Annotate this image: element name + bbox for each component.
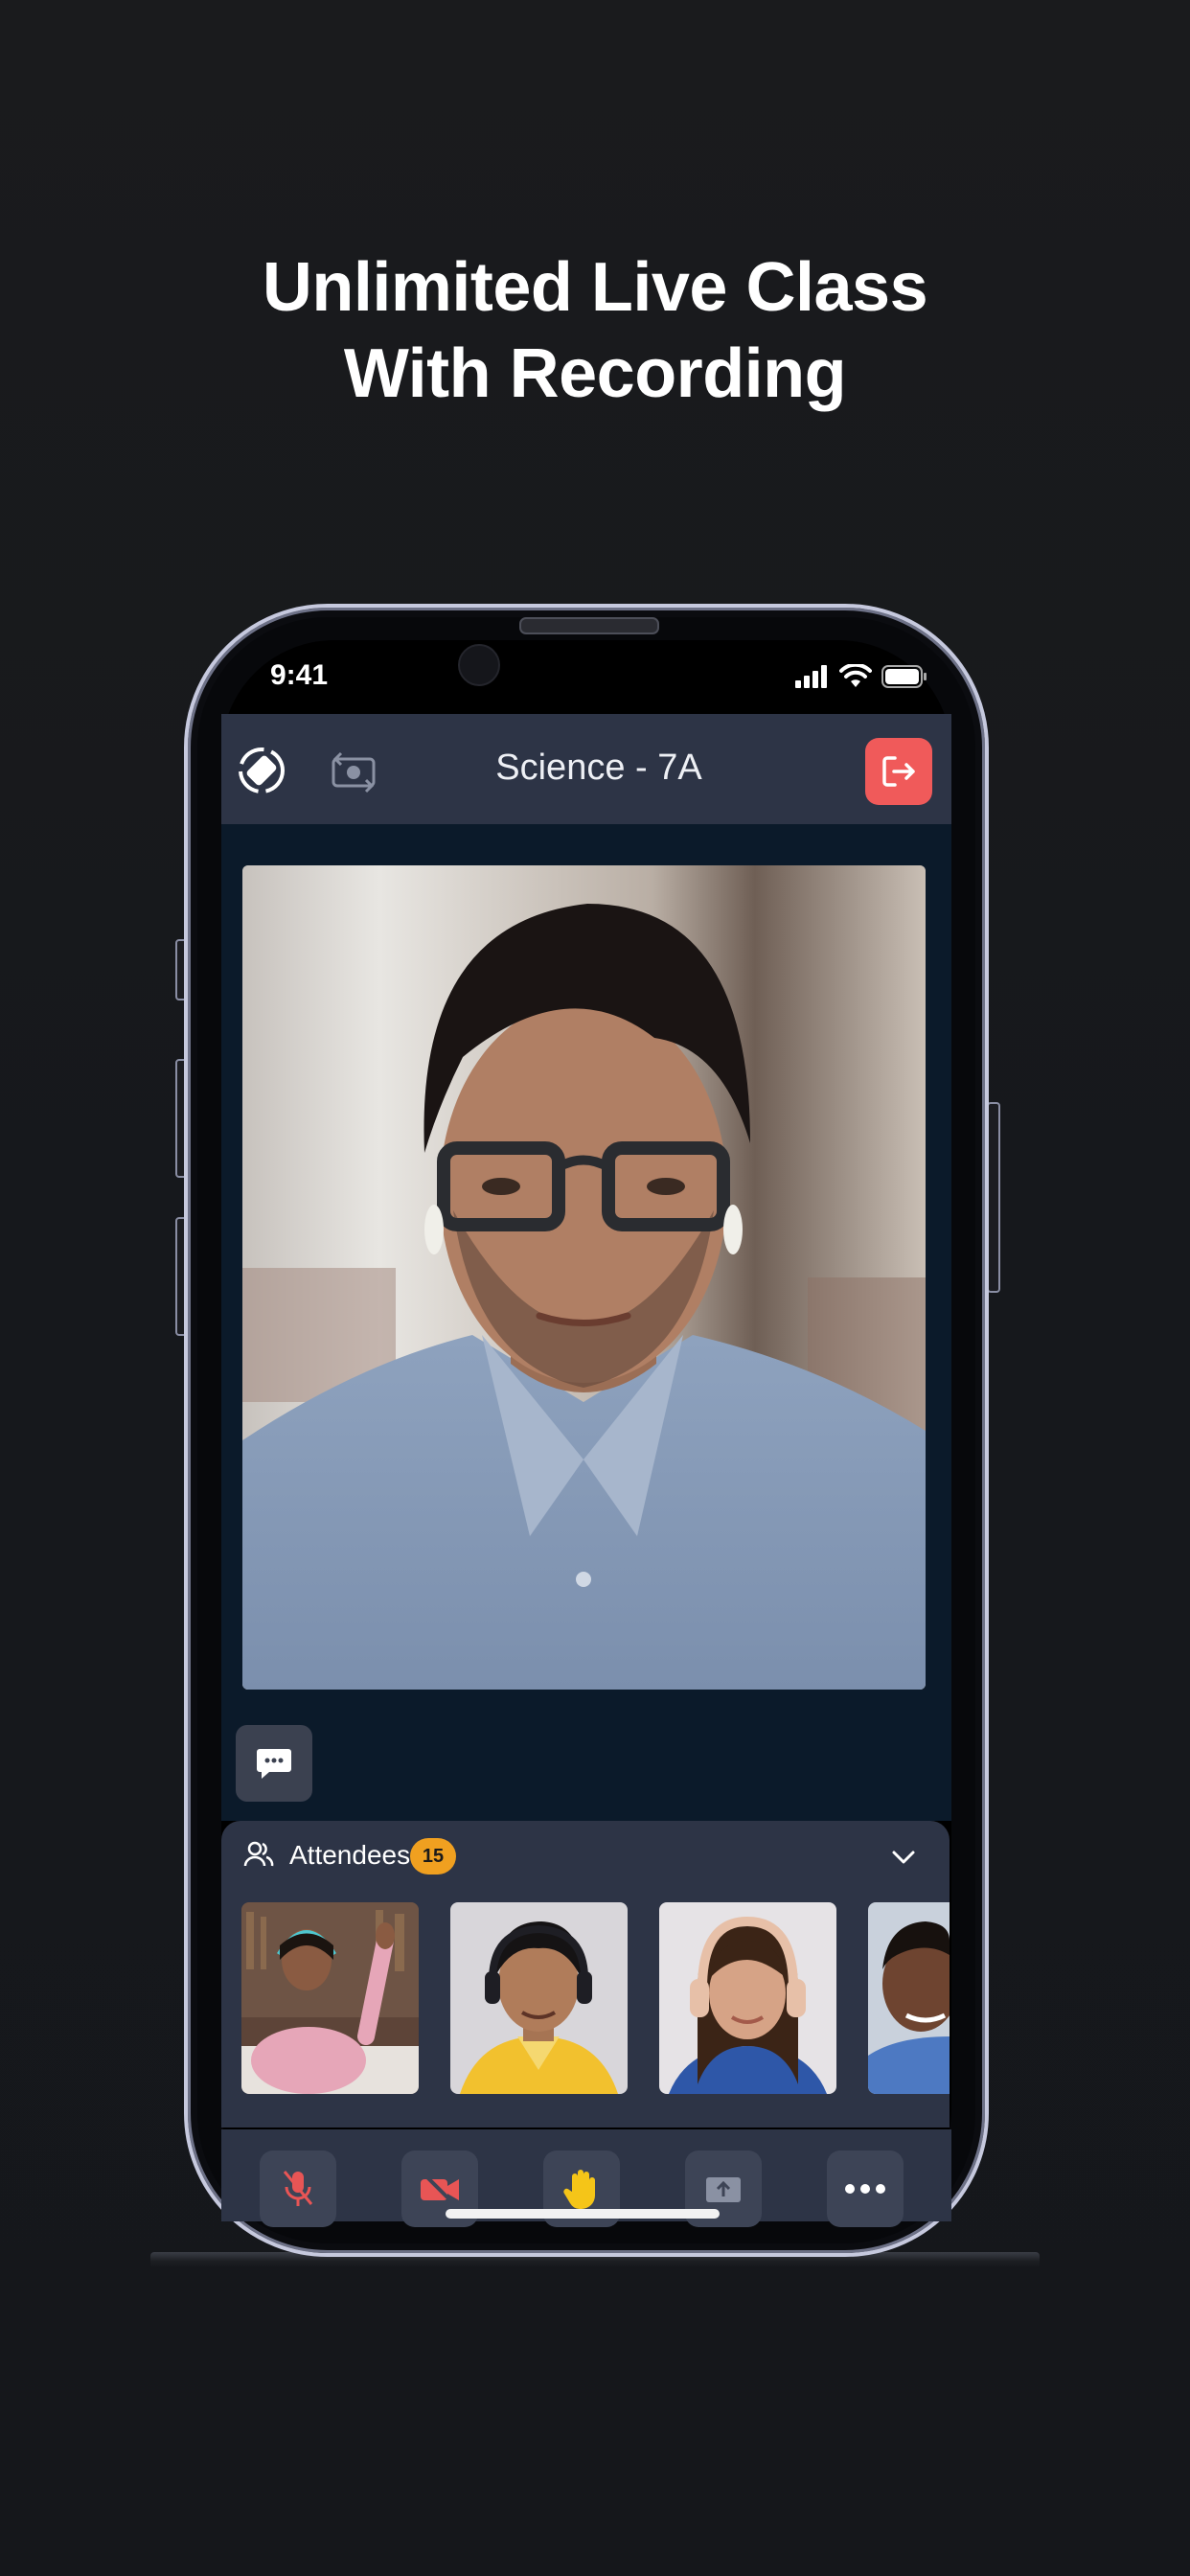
leave-class-button[interactable]: [865, 738, 932, 805]
attendee-thumbnail[interactable]: [868, 1902, 950, 2094]
more-options-button[interactable]: [827, 2150, 904, 2227]
earpiece-speaker: [519, 617, 659, 634]
teacher-video[interactable]: [242, 865, 926, 1690]
headline-line-1: Unlimited Live Class: [262, 249, 928, 326]
attendee-thumbnail[interactable]: [241, 1902, 419, 2094]
attendee-thumbnail[interactable]: [659, 1902, 836, 2094]
mute-mic-button[interactable]: [260, 2150, 336, 2227]
front-camera: [458, 644, 500, 686]
people-icon: [243, 1841, 274, 1867]
rotate-screen-icon[interactable]: [235, 744, 288, 797]
wifi-icon: [839, 664, 872, 687]
chat-button[interactable]: [236, 1725, 312, 1802]
attendee-photo: [868, 1902, 950, 2094]
attendees-label: Attendees: [289, 1840, 411, 1870]
headline: Unlimited Live Class With Recording: [0, 244, 1190, 417]
attendee-photo: [659, 1902, 836, 2094]
mic-off-icon: [283, 2171, 313, 2206]
raise-hand-icon: [563, 2170, 595, 2209]
switch-camera-icon[interactable]: [328, 746, 379, 794]
class-title: Science - 7A: [495, 748, 702, 788]
attendee-photo: [241, 1902, 419, 2094]
battery-icon: [881, 665, 927, 688]
exit-icon: [882, 756, 915, 787]
power-button: [987, 1102, 1000, 1293]
headline-line-2: With Recording: [343, 335, 847, 412]
attendees-count-badge: 15: [410, 1838, 456, 1874]
cellular-signal-icon: [795, 665, 827, 688]
status-icons: [795, 664, 927, 689]
status-time: 9:41: [270, 659, 329, 691]
teacher-video-image: [242, 865, 926, 1690]
share-icon: [706, 2177, 741, 2202]
home-indicator[interactable]: [446, 2209, 720, 2219]
chat-icon: [257, 1749, 291, 1779]
chevron-down-icon[interactable]: [891, 1850, 916, 1865]
attendee-thumbnail[interactable]: [450, 1902, 628, 2094]
video-off-icon: [421, 2172, 459, 2206]
attendee-photo: [450, 1902, 628, 2094]
more-icon: [845, 2184, 885, 2194]
